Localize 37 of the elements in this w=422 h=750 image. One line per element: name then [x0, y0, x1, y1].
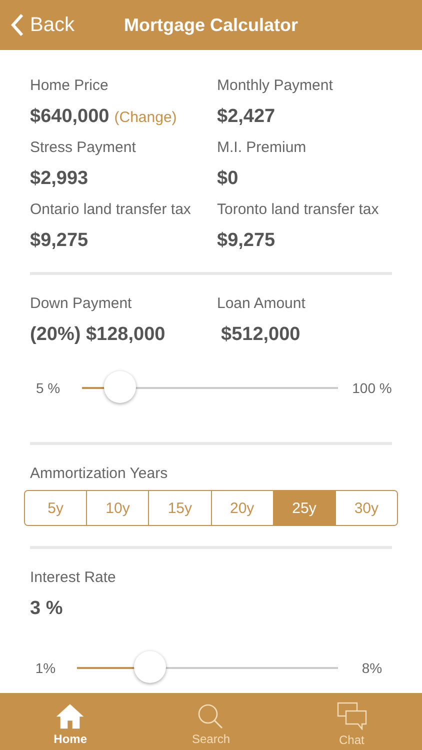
slider-max-label: 8% — [360, 660, 384, 676]
year-option[interactable]: 5y — [25, 491, 88, 525]
search-icon — [197, 702, 225, 728]
slider-min-label: 1% — [34, 660, 57, 676]
stat-value: $2,427 — [217, 106, 276, 128]
slider-thumb[interactable] — [104, 371, 136, 403]
tab-item[interactable]: Chat — [281, 693, 422, 750]
chat-icon — [336, 702, 367, 730]
slider-thumb[interactable] — [134, 651, 166, 683]
tab-item[interactable]: Home — [0, 693, 141, 750]
back-button[interactable]: Back — [8, 9, 76, 41]
stat-value: $9,275 — [217, 230, 276, 252]
stat-label: Stress Payment — [30, 139, 137, 156]
stat-value: $640,000 — [30, 106, 110, 128]
stat-label: Monthly Payment — [217, 77, 334, 94]
interest-rate-value: 3 % — [30, 598, 63, 620]
slider-min-label: 5 % — [34, 380, 62, 396]
slider-max-label: 100 % — [351, 380, 393, 396]
tab-item[interactable]: Search — [140, 693, 282, 750]
loan-amount-value: $512,000 — [221, 324, 302, 346]
amortization-label: Ammortization Years — [30, 465, 168, 482]
down-payment-value: (20%) $128,000 — [30, 324, 166, 346]
interest-rate-label: Interest Rate — [30, 569, 116, 586]
home-icon — [56, 702, 84, 728]
stat-value: $2,993 — [30, 168, 88, 190]
screen-title: Mortgage Calculator — [124, 14, 298, 36]
stat-value: $9,275 — [30, 230, 88, 252]
down-payment-label: Down Payment — [30, 295, 133, 312]
stat-label: Ontario land transfer tax — [30, 201, 192, 218]
stat-label: Toronto land transfer tax — [217, 201, 380, 218]
year-option[interactable]: 25y — [274, 491, 336, 525]
stat-value: $0 — [217, 168, 238, 190]
stat-label: M.I. Premium — [217, 139, 308, 156]
stat-label: Home Price — [30, 77, 110, 94]
change-link[interactable]: (Change) — [114, 109, 177, 126]
loan-amount-label: Loan Amount — [217, 295, 306, 312]
back-chevron-icon — [10, 13, 24, 37]
